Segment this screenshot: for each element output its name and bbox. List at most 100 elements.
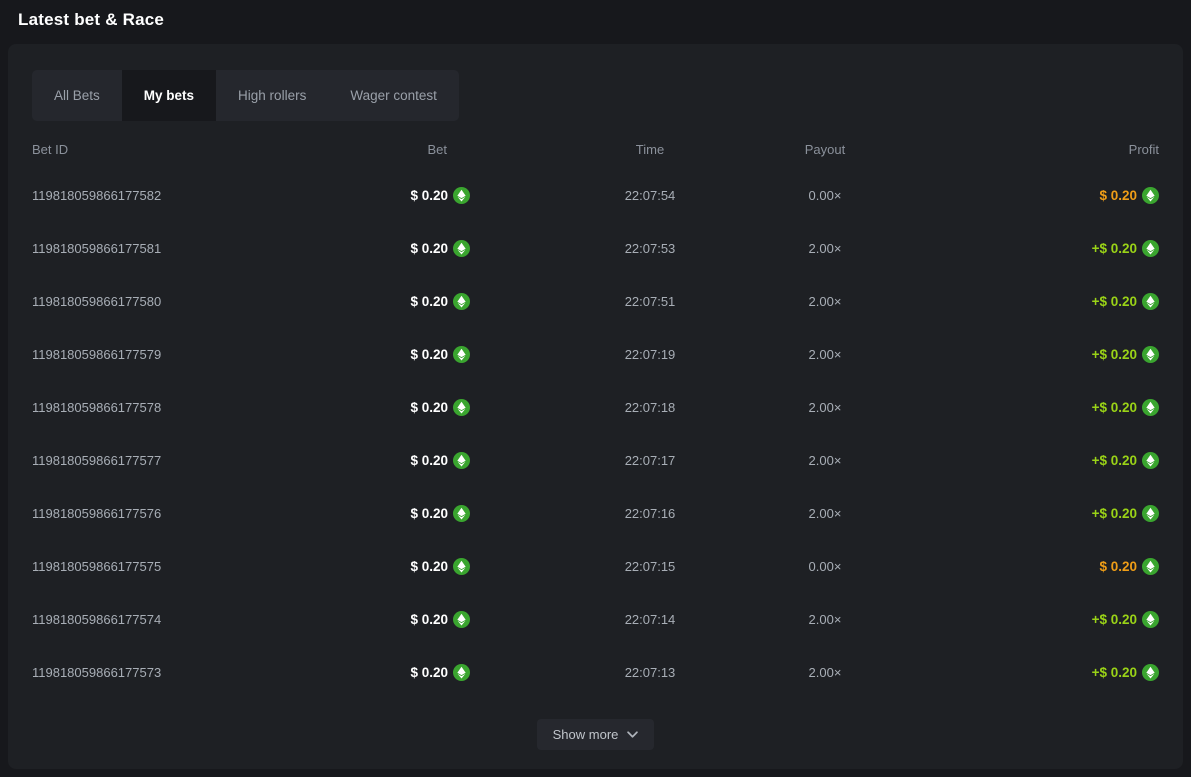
coin-icon [453, 558, 470, 575]
bet-profit-cell: +$ 0.20 [940, 293, 1159, 310]
bet-id: 119818059866177579 [32, 347, 282, 362]
profit-value: +$ 0.20 [1092, 241, 1137, 256]
bet-payout: 2.00× [770, 453, 940, 468]
coin-icon [453, 611, 470, 628]
bet-profit-cell: $ 0.20 [940, 558, 1159, 575]
coin-icon [1142, 399, 1159, 416]
profit-value: +$ 0.20 [1092, 506, 1137, 521]
show-more-button[interactable]: Show more [537, 719, 655, 750]
chevron-down-icon [627, 731, 638, 738]
profit-value: +$ 0.20 [1092, 294, 1137, 309]
table-row[interactable]: 119818059866177579 $ 0.20 22:07:19 2.00×… [32, 328, 1159, 381]
show-more-container: Show more [32, 719, 1159, 750]
coin-icon [453, 187, 470, 204]
profit-value: +$ 0.20 [1092, 347, 1137, 362]
bet-id: 119818059866177578 [32, 400, 282, 415]
table-row[interactable]: 119818059866177578 $ 0.20 22:07:18 2.00×… [32, 381, 1159, 434]
bet-payout: 2.00× [770, 347, 940, 362]
bet-profit-cell: +$ 0.20 [940, 399, 1159, 416]
bet-amount-cell: $ 0.20 [282, 346, 470, 363]
coin-icon [453, 505, 470, 522]
bet-amount-value: $ 0.20 [410, 453, 448, 468]
coin-icon [1142, 452, 1159, 469]
bet-time: 22:07:15 [470, 559, 770, 574]
bet-amount-cell: $ 0.20 [282, 293, 470, 310]
bet-time: 22:07:51 [470, 294, 770, 309]
bets-table: Bet ID Bet Time Payout Profit 1198180598… [32, 129, 1159, 699]
bet-id: 119818059866177582 [32, 188, 282, 203]
bet-amount-cell: $ 0.20 [282, 240, 470, 257]
table-body: 119818059866177582 $ 0.20 22:07:54 0.00×… [32, 169, 1159, 699]
bet-time: 22:07:54 [470, 188, 770, 203]
bet-profit-cell: +$ 0.20 [940, 505, 1159, 522]
bet-payout: 0.00× [770, 559, 940, 574]
bet-payout: 2.00× [770, 665, 940, 680]
coin-icon [1142, 611, 1159, 628]
table-row[interactable]: 119818059866177577 $ 0.20 22:07:17 2.00×… [32, 434, 1159, 487]
bet-time: 22:07:16 [470, 506, 770, 521]
bet-id: 119818059866177576 [32, 506, 282, 521]
bet-profit-cell: +$ 0.20 [940, 664, 1159, 681]
tab-my-bets[interactable]: My bets [122, 70, 216, 121]
section-header: Latest bet & Race [0, 0, 1191, 40]
col-header-profit: Profit [940, 142, 1159, 157]
bet-amount-value: $ 0.20 [410, 294, 448, 309]
coin-icon [453, 293, 470, 310]
table-row[interactable]: 119818059866177573 $ 0.20 22:07:13 2.00×… [32, 646, 1159, 699]
profit-value: +$ 0.20 [1092, 400, 1137, 415]
bet-payout: 2.00× [770, 506, 940, 521]
bets-tabs: All Bets My bets High rollers Wager cont… [32, 70, 459, 121]
coin-icon [453, 452, 470, 469]
bet-time: 22:07:19 [470, 347, 770, 362]
coin-icon [453, 664, 470, 681]
latest-bets-panel: All Bets My bets High rollers Wager cont… [8, 44, 1183, 769]
coin-icon [1142, 293, 1159, 310]
bet-amount-value: $ 0.20 [410, 347, 448, 362]
bet-id: 119818059866177580 [32, 294, 282, 309]
table-row[interactable]: 119818059866177581 $ 0.20 22:07:53 2.00×… [32, 222, 1159, 275]
bet-profit-cell: +$ 0.20 [940, 611, 1159, 628]
table-row[interactable]: 119818059866177576 $ 0.20 22:07:16 2.00×… [32, 487, 1159, 540]
page-title: Latest bet & Race [18, 10, 164, 30]
profit-value: $ 0.20 [1099, 188, 1137, 203]
bet-id: 119818059866177575 [32, 559, 282, 574]
bet-amount-cell: $ 0.20 [282, 399, 470, 416]
bet-amount-cell: $ 0.20 [282, 452, 470, 469]
col-header-bet-id: Bet ID [32, 142, 282, 157]
bet-time: 22:07:18 [470, 400, 770, 415]
bet-time: 22:07:13 [470, 665, 770, 680]
bet-amount-cell: $ 0.20 [282, 558, 470, 575]
coin-icon [1142, 240, 1159, 257]
col-header-bet: Bet [282, 142, 470, 157]
bet-id: 119818059866177573 [32, 665, 282, 680]
bet-id: 119818059866177577 [32, 453, 282, 468]
profit-value: +$ 0.20 [1092, 612, 1137, 627]
coin-icon [453, 399, 470, 416]
table-row[interactable]: 119818059866177580 $ 0.20 22:07:51 2.00×… [32, 275, 1159, 328]
bet-amount-value: $ 0.20 [410, 506, 448, 521]
coin-icon [1142, 505, 1159, 522]
bet-profit-cell: +$ 0.20 [940, 240, 1159, 257]
tab-high-rollers[interactable]: High rollers [216, 70, 328, 121]
table-row[interactable]: 119818059866177575 $ 0.20 22:07:15 0.00×… [32, 540, 1159, 593]
tab-all-bets[interactable]: All Bets [32, 70, 122, 121]
bet-amount-cell: $ 0.20 [282, 187, 470, 204]
bet-amount-cell: $ 0.20 [282, 611, 470, 628]
table-row[interactable]: 119818059866177582 $ 0.20 22:07:54 0.00×… [32, 169, 1159, 222]
coin-icon [1142, 558, 1159, 575]
bet-payout: 2.00× [770, 241, 940, 256]
table-row[interactable]: 119818059866177574 $ 0.20 22:07:14 2.00×… [32, 593, 1159, 646]
show-more-label: Show more [553, 727, 619, 742]
coin-icon [1142, 187, 1159, 204]
tab-wager-contest[interactable]: Wager contest [328, 70, 459, 121]
bet-profit-cell: +$ 0.20 [940, 452, 1159, 469]
bet-time: 22:07:17 [470, 453, 770, 468]
profit-value: +$ 0.20 [1092, 453, 1137, 468]
bet-id: 119818059866177574 [32, 612, 282, 627]
bet-amount-cell: $ 0.20 [282, 505, 470, 522]
bet-payout: 0.00× [770, 188, 940, 203]
bet-amount-value: $ 0.20 [410, 241, 448, 256]
coin-icon [453, 346, 470, 363]
bet-payout: 2.00× [770, 294, 940, 309]
bet-amount-value: $ 0.20 [410, 188, 448, 203]
